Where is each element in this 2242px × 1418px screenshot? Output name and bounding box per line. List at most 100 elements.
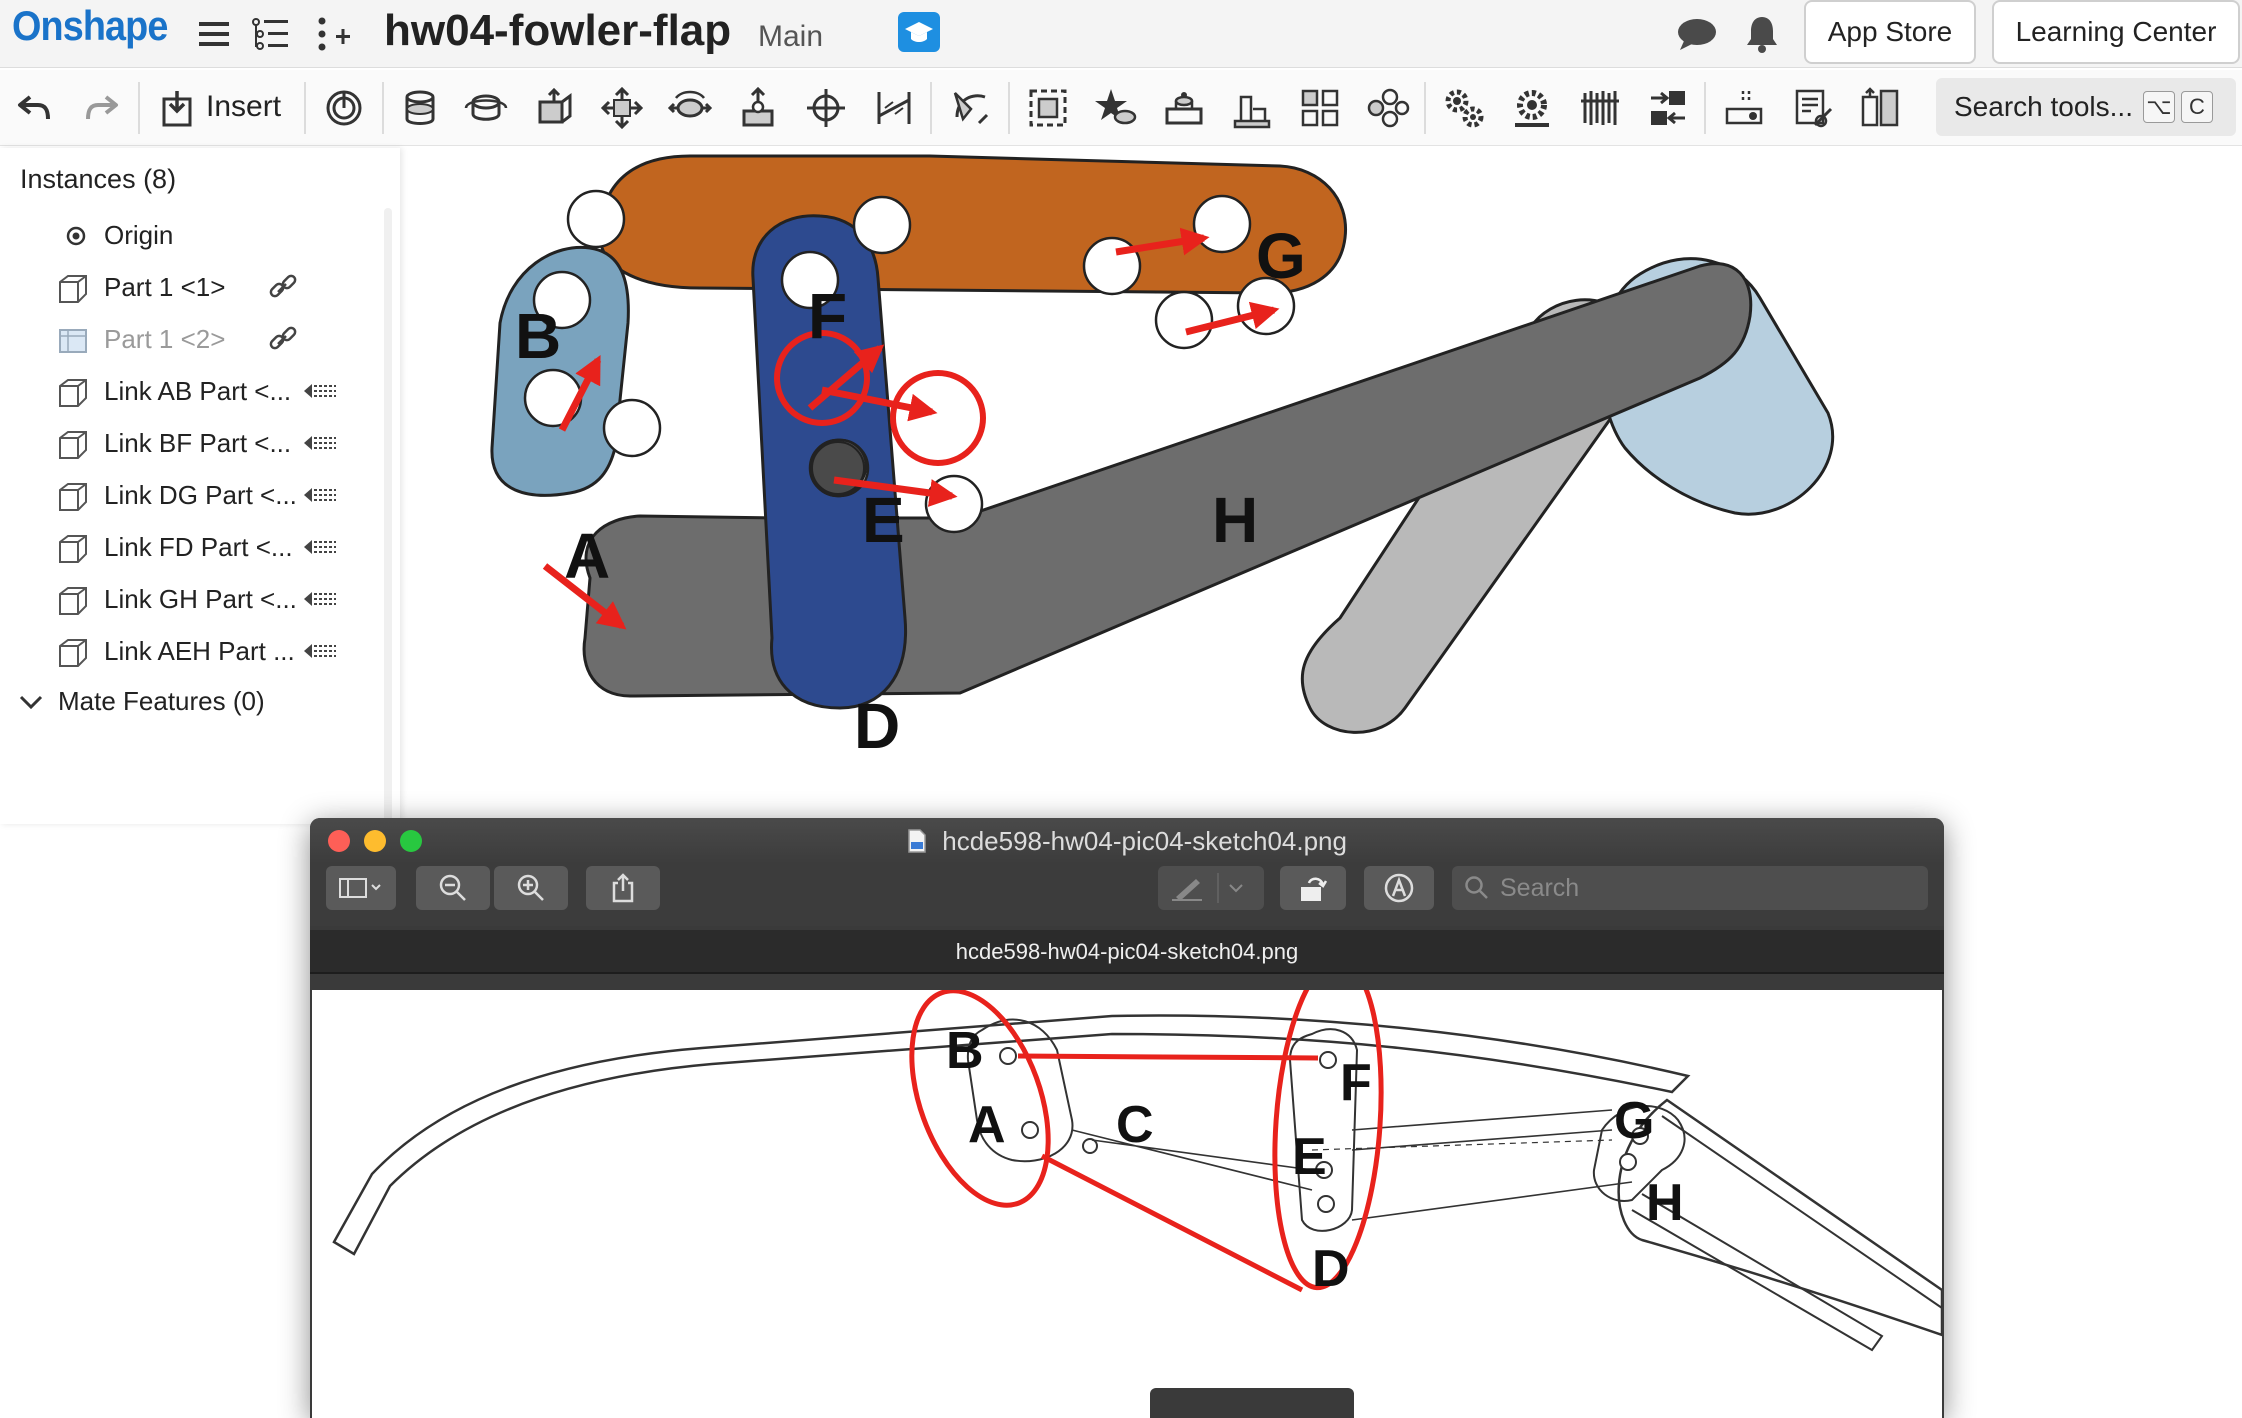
mate-relation-icon[interactable] [1228,84,1276,132]
insert-icon[interactable] [154,84,202,132]
png-file-icon [908,829,926,853]
slider-mate-icon[interactable] [530,84,578,132]
undo-icon[interactable] [10,84,58,132]
part-icon [59,483,87,511]
derived-icon[interactable] [300,636,340,666]
preview-window[interactable]: hcde598-hw04-pic04-sketch04.png Search h… [310,818,1944,1418]
label-e: E [862,484,905,556]
section-view-icon[interactable] [1856,84,1904,132]
instance-link-ab[interactable]: Link AB Part <... [0,366,380,418]
link-icon[interactable] [264,272,304,302]
rotate-button[interactable] [1280,866,1346,910]
linear-relation-icon[interactable] [1644,84,1692,132]
chevron-down-icon[interactable] [18,692,44,712]
notifications-bell-icon[interactable] [1742,12,1782,56]
replicate-icon[interactable] [1160,84,1208,132]
share-button[interactable] [586,866,660,910]
mate-connector-icon[interactable] [1092,84,1140,132]
measure-icon[interactable] [1788,84,1836,132]
mate-features-folder[interactable]: Mate Features (0) [18,686,265,717]
instance-link-aeh[interactable]: Link AEH Part ... [0,626,380,678]
instances-panel: Instances (8) Origin Part 1 <1> Part 1 <… [0,148,400,828]
instance-label: Part 1 <2> [104,324,226,354]
instance-part1-2[interactable]: Part 1 <2> [0,314,380,366]
sidebar-toggle-button[interactable] [326,866,396,910]
learning-center-button[interactable]: Learning Center [1992,0,2240,64]
instance-origin[interactable]: Origin [0,210,380,262]
shortcut-key-c: C [2180,91,2213,123]
linkage-model[interactable]: B A F E G H D [400,148,2242,824]
instance-label: Part 1 <1> [104,272,226,302]
instance-part1-1[interactable]: Part 1 <1> [0,262,380,314]
preview-search-input[interactable]: Search [1452,866,1928,910]
branch-label[interactable]: Main [758,20,823,54]
menu-icon[interactable] [194,12,234,56]
tangent-mate-icon[interactable] [946,84,994,132]
derived-icon[interactable] [300,584,340,614]
insert-button[interactable]: Insert [206,90,281,124]
gear-relation-icon[interactable] [1440,84,1488,132]
sketch-label-h: H [1646,1174,1684,1232]
pen-icon [1172,873,1243,903]
redo-icon[interactable] [78,84,126,132]
document-title[interactable]: hw04-fowler-flap [384,6,731,56]
group-icon[interactable] [1024,84,1072,132]
preview-document-tab[interactable]: hcde598-hw04-pic04-sketch04.png [310,930,1944,974]
panel-scrollbar[interactable] [384,208,392,828]
instance-label: Link FD Part <... [104,532,293,562]
rack-pinion-icon[interactable] [1508,84,1556,132]
search-placeholder: Search [1500,873,1580,902]
derived-icon[interactable] [300,532,340,562]
planar-mate-icon[interactable] [598,84,646,132]
instance-label: Link BF Part <... [104,428,292,458]
instance-link-gh[interactable]: Link GH Part <... [0,574,380,626]
zoom-out-icon [439,874,466,901]
derived-icon[interactable] [300,480,340,510]
ball-mate-icon[interactable] [802,84,850,132]
instance-link-bf[interactable]: Link BF Part <... [0,418,380,470]
cylindrical-mate-icon[interactable] [666,84,714,132]
parallel-mate-icon[interactable] [870,84,918,132]
zoom-in-icon [517,874,544,901]
label-a: A [564,520,610,592]
linear-pattern-icon[interactable] [1296,84,1344,132]
zoom-out-button[interactable] [416,866,490,910]
instance-link-dg[interactable]: Link DG Part <... [0,470,380,522]
learning-cap-icon[interactable] [898,12,940,52]
circular-pattern-icon[interactable] [1364,84,1412,132]
instance-link-fd[interactable]: Link FD Part <... [0,522,380,574]
instance-label: Link DG Part <... [104,480,297,510]
pin-slot-mate-icon[interactable] [734,84,782,132]
link-icon[interactable] [264,324,304,354]
feature-list-icon[interactable] [248,12,294,56]
derived-icon[interactable] [300,428,340,458]
label-d: D [854,690,900,762]
instance-label: Link AB Part <... [104,376,292,406]
screw-relation-icon[interactable] [1576,84,1624,132]
markup-pen-button[interactable] [1158,866,1264,910]
instance-label: Link GH Part <... [104,584,297,614]
sketch-image: B F A C E G H D [312,990,1942,1418]
instance-label: Link AEH Part ... [104,636,295,666]
instances-title[interactable]: Instances (8) [20,164,176,195]
mate-features-label: Mate Features (0) [58,686,265,716]
zoom-in-button[interactable] [494,866,568,910]
search-tools-button[interactable]: Search tools... ⌥ C [1936,78,2236,136]
markup-toolbar-button[interactable] [1364,866,1434,910]
revolute-mate-icon[interactable] [462,84,510,132]
add-instance-icon[interactable] [310,12,354,56]
origin-icon [66,226,86,246]
history-icon[interactable] [320,84,368,132]
graphics-viewport[interactable]: B A F E G H D [400,148,2242,824]
part-icon [59,431,87,459]
search-icon [1465,876,1488,899]
sketch-label-g: G [1614,1092,1654,1150]
sketch-label-e: E [1292,1128,1327,1186]
app-store-button[interactable]: App Store [1804,0,1976,64]
markup-icon [1384,873,1414,903]
derived-icon[interactable] [300,376,340,406]
onshape-logo[interactable]: Onshape [12,2,168,50]
comments-icon[interactable] [1674,12,1720,56]
fastened-mate-icon[interactable] [396,84,444,132]
explode-icon[interactable] [1720,84,1768,132]
